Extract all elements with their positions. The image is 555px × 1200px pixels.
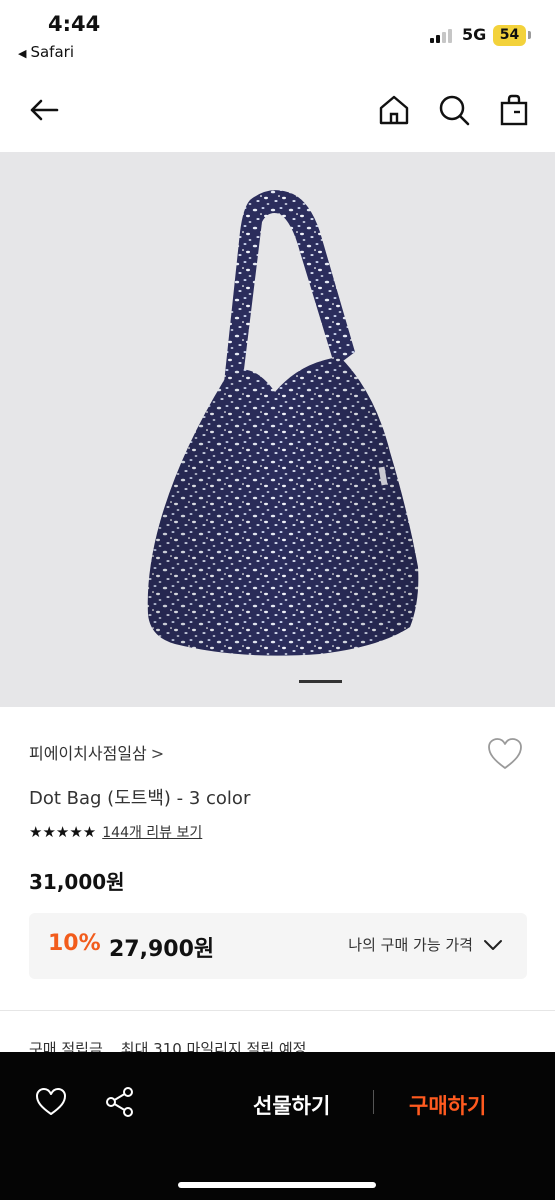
star-rating-icon: ★★★★★ <box>29 823 97 841</box>
back-app-label: Safari <box>30 43 74 61</box>
back-arrow-icon[interactable] <box>26 92 62 128</box>
section-divider <box>0 1010 555 1011</box>
search-icon[interactable] <box>436 92 472 128</box>
my-price-toggle[interactable]: 나의 구매 가능 가격 <box>348 934 503 955</box>
brand-link[interactable]: 피에이치사점일삼 > <box>29 740 164 764</box>
cellular-signal-icon <box>430 27 454 43</box>
battery-cap <box>528 31 531 39</box>
buy-button[interactable]: 구매하기 <box>409 1090 486 1120</box>
gift-button[interactable]: 선물하기 <box>253 1090 330 1120</box>
original-price: 31,000원 <box>29 870 125 894</box>
sale-price: 27,900원 <box>109 937 215 962</box>
chevron-down-icon <box>484 939 502 950</box>
home-icon[interactable] <box>376 92 412 128</box>
rating-row: ★★★★★ 144개 리뷰 보기 <box>29 822 202 842</box>
my-price-label: 나의 구매 가능 가격 <box>348 936 473 954</box>
back-to-safari-link[interactable]: ◀ Safari <box>18 43 74 61</box>
battery-indicator: 54 <box>493 25 526 46</box>
home-indicator <box>178 1182 376 1188</box>
favorite-heart-icon[interactable] <box>486 736 524 772</box>
status-time: 4:44 <box>48 12 101 36</box>
product-title: Dot Bag (도트백) - 3 color <box>29 788 251 809</box>
review-link[interactable]: 144개 리뷰 보기 <box>102 822 202 842</box>
product-image[interactable] <box>0 152 555 707</box>
shopping-bag-icon[interactable] <box>496 92 532 128</box>
tote-bag-illustration <box>0 152 555 707</box>
back-triangle-icon: ◀ <box>18 47 27 60</box>
brand-name: 피에이치사점일삼 <box>29 744 147 763</box>
image-pager-indicator <box>299 680 342 683</box>
chevron-right-icon: > <box>150 744 165 763</box>
share-icon[interactable] <box>104 1086 136 1118</box>
top-navigation <box>0 80 555 140</box>
network-type: 5G <box>462 25 487 44</box>
button-divider <box>373 1090 374 1114</box>
my-price-box[interactable]: 10% 27,900원 나의 구매 가능 가격 <box>29 913 527 979</box>
discount-percent: 10% <box>48 931 101 956</box>
status-bar: 4:44 ◀ Safari 5G 54 <box>0 0 555 70</box>
bottom-action-bar: 선물하기 구매하기 <box>0 1052 555 1200</box>
heart-icon[interactable] <box>35 1086 67 1118</box>
